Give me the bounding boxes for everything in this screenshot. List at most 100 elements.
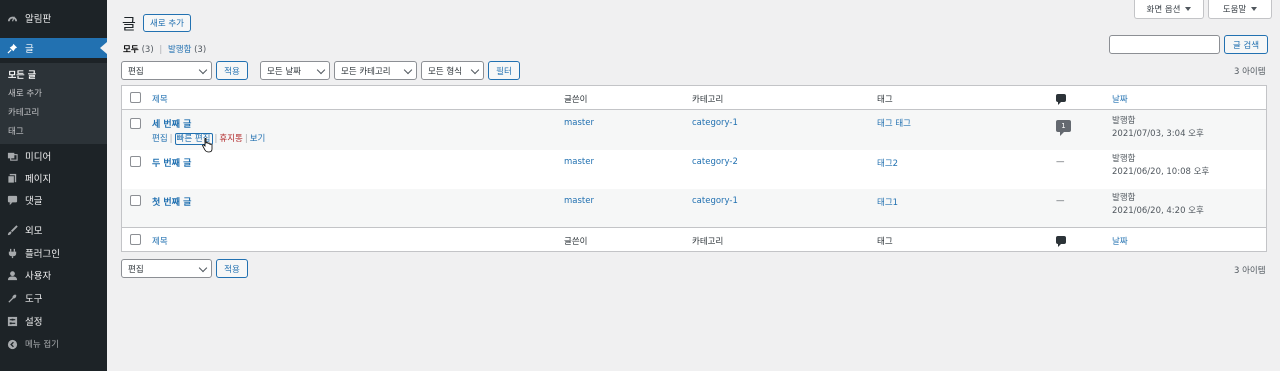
wrench-icon (6, 292, 18, 304)
comment-icon (6, 194, 18, 206)
apply-button-bottom[interactable]: 적용 (216, 259, 248, 278)
column-date-sort[interactable]: 날짜 (1112, 235, 1128, 247)
category-link[interactable]: category-1 (692, 196, 738, 206)
edit-link[interactable]: 편집 (152, 134, 168, 144)
sidebar-item-plugins[interactable]: 플러그인 (0, 243, 107, 263)
column-tags: 태그 (877, 95, 893, 105)
bulk-action-value: 편집 (128, 66, 144, 77)
post-title-link[interactable]: 두 번째 글 (152, 156, 191, 169)
search-posts-button[interactable]: 글 검색 (1224, 35, 1268, 54)
sidebar-item-label: 댓글 (25, 196, 43, 207)
pushpin-icon (6, 42, 18, 54)
category-filter-select[interactable]: 모든 카테고리 (334, 61, 417, 80)
date-filter-select[interactable]: 모든 날짜 (260, 61, 330, 80)
view-filters: 모두 (3) | 발행함 (3) (123, 43, 206, 55)
column-date-sort[interactable]: 날짜 (1112, 93, 1128, 105)
dropdown-arrow-icon (1251, 7, 1258, 11)
column-title-sort[interactable]: 제목 (152, 235, 168, 247)
apply-button-top[interactable]: 적용 (216, 61, 248, 80)
author-link[interactable]: master (564, 196, 594, 206)
row-checkbox[interactable] (130, 118, 141, 129)
sidebar-item-settings[interactable]: 설정 (0, 311, 107, 331)
plugin-icon (6, 247, 18, 259)
view-published-link[interactable]: 발행함 (3) (168, 45, 206, 55)
admin-sidebar: 알림판 글 모든 글 새로 추가 카테고리 태그 미디어 페이지 댓글 외모 플… (0, 0, 107, 371)
submenu-categories[interactable]: 카테고리 (8, 106, 39, 118)
post-status: 발행함 (1112, 154, 1136, 164)
chevron-down-icon (316, 65, 326, 75)
screen-options-button[interactable]: 화면 옵션 (1134, 0, 1204, 19)
post-title-link[interactable]: 세 번째 글 (152, 117, 191, 130)
column-title-sort[interactable]: 제목 (152, 93, 168, 105)
sidebar-item-label: 글 (25, 44, 34, 55)
tags-link[interactable]: 태그 태그 (877, 117, 911, 129)
table-header-row: 제목 글쓴이 카테고리 태그 날짜 (122, 86, 1266, 110)
column-categories: 카테고리 (692, 95, 724, 105)
category-filter-value: 모든 카테고리 (341, 66, 391, 77)
submenu-add-new[interactable]: 새로 추가 (8, 87, 42, 99)
collapse-arrow-icon (6, 338, 18, 350)
column-tags: 태그 (877, 237, 893, 247)
post-datetime: 2021/06/20, 4:20 오후 (1112, 206, 1204, 216)
trash-link[interactable]: 휴지통 (219, 134, 242, 144)
sidebar-item-dashboard[interactable]: 알림판 (0, 8, 107, 28)
chevron-down-icon (470, 65, 480, 75)
tags-link[interactable]: 태그1 (877, 196, 898, 208)
comments-column-icon[interactable] (1056, 94, 1066, 105)
bulk-action-select-top[interactable]: 편집 (121, 61, 212, 80)
sidebar-item-label: 알림판 (25, 14, 52, 25)
add-new-post-button[interactable]: 새로 추가 (143, 14, 191, 32)
sidebar-item-label: 미디어 (25, 152, 52, 163)
post-date: 발행함 2021/07/03, 3:04 오후 (1112, 115, 1204, 141)
user-icon (6, 269, 18, 281)
post-title-link[interactable]: 첫 번째 글 (152, 195, 191, 208)
author-link[interactable]: master (564, 118, 594, 128)
view-all-count: (3) (141, 45, 154, 55)
filter-button[interactable]: 필터 (488, 61, 520, 80)
view-link[interactable]: 보기 (250, 134, 266, 144)
sidebar-item-label: 페이지 (25, 174, 52, 185)
column-categories: 카테고리 (692, 237, 724, 247)
column-author: 글쓴이 (564, 237, 588, 247)
collapse-menu-label: 메뉴 접기 (25, 340, 59, 350)
bulk-action-select-bottom[interactable]: 편집 (121, 259, 212, 278)
post-search-input[interactable] (1109, 35, 1220, 54)
select-all-checkbox[interactable] (130, 92, 141, 103)
sidebar-item-media[interactable]: 미디어 (0, 146, 107, 166)
sidebar-item-tools[interactable]: 도구 (0, 288, 107, 308)
sidebar-item-appearance[interactable]: 외모 (0, 220, 107, 240)
format-filter-value: 모든 형식 (428, 66, 462, 77)
format-filter-select[interactable]: 모든 형식 (421, 61, 484, 80)
comments-column-icon[interactable] (1056, 236, 1066, 247)
submenu-tags[interactable]: 태그 (8, 125, 24, 137)
select-all-checkbox-bottom[interactable] (130, 234, 141, 245)
sidebar-item-comments[interactable]: 댓글 (0, 190, 107, 210)
chevron-down-icon (198, 65, 208, 75)
page-title: 글 (122, 15, 136, 33)
row-checkbox[interactable] (130, 156, 141, 167)
post-datetime: 2021/07/03, 3:04 오후 (1112, 129, 1204, 139)
chevron-down-icon (403, 65, 413, 75)
table-row: 첫 번째 글 master category-1 태그1 — 발행함 2021/… (122, 189, 1266, 228)
view-all-link[interactable]: 모두 (3) (123, 45, 154, 55)
action-separator: | (214, 134, 218, 144)
collapse-menu-button[interactable]: 메뉴 접기 (0, 334, 107, 354)
sidebar-item-pages[interactable]: 페이지 (0, 168, 107, 188)
no-comments: — (1056, 196, 1065, 206)
posts-table: 제목 글쓴이 카테고리 태그 날짜 세 번째 글 편집 | 빠른 편집 | 휴지통 | 보기… (121, 85, 1267, 252)
submenu-all-posts[interactable]: 모든 글 (8, 68, 36, 81)
comment-count-badge[interactable]: 1 (1056, 120, 1071, 136)
row-checkbox[interactable] (130, 195, 141, 206)
dashboard-icon (6, 12, 18, 24)
category-link[interactable]: category-2 (692, 157, 738, 167)
sidebar-item-posts[interactable]: 글 (0, 38, 107, 58)
sidebar-item-users[interactable]: 사용자 (0, 265, 107, 285)
category-link[interactable]: category-1 (692, 118, 738, 128)
bulk-action-value: 편집 (128, 264, 144, 275)
action-separator: | (169, 134, 173, 144)
author-link[interactable]: master (564, 157, 594, 167)
sidebar-item-label: 설정 (25, 317, 43, 328)
tags-link[interactable]: 태그2 (877, 157, 898, 169)
pages-icon (6, 172, 18, 184)
help-button[interactable]: 도움말 (1208, 0, 1272, 19)
